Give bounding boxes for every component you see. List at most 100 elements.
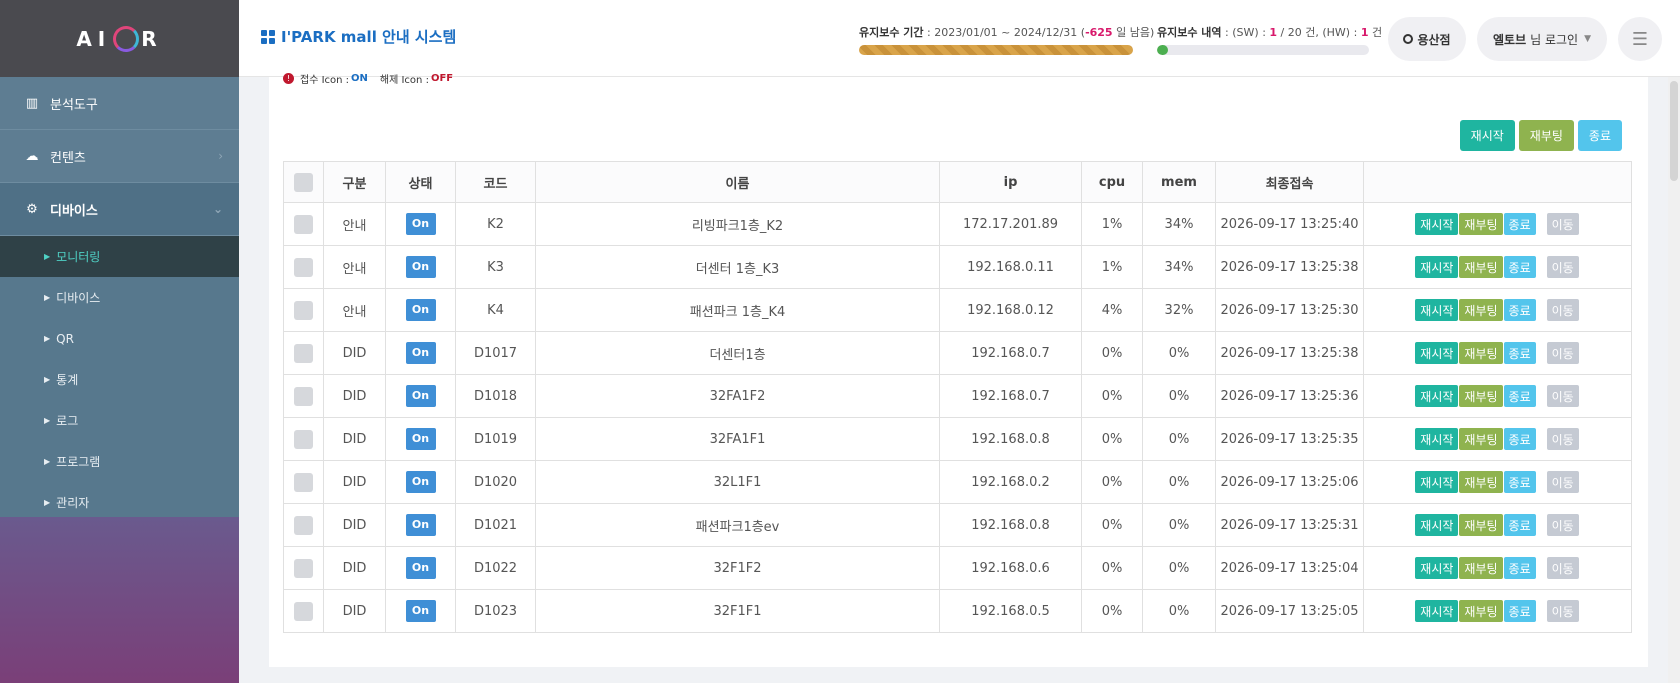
row-reboot-button[interactable]: 재부팅 xyxy=(1459,213,1503,235)
table-row[interactable]: 안내 On K3 더센터 1층_K3 192.168.0.11 1% 34% 2026-09-… xyxy=(283,245,1632,289)
sidebar-item-contents[interactable]: ☁ 컨텐츠 › xyxy=(0,130,239,183)
page-title[interactable]: I'PARK mall 안내 시스템 xyxy=(261,26,456,47)
row-restart-button[interactable]: 재시작 xyxy=(1415,342,1459,364)
cell-ip: 192.168.0.6 xyxy=(939,546,1082,590)
col-mem[interactable]: mem xyxy=(1142,161,1216,203)
row-move-button[interactable]: 이동 xyxy=(1546,256,1579,278)
table-row[interactable]: DID On D1021 패션파크1층ev 192.168.0.8 0% 0% 2026-09… xyxy=(283,503,1632,547)
row-restart-button[interactable]: 재시작 xyxy=(1415,428,1459,450)
row-restart-button[interactable]: 재시작 xyxy=(1415,256,1459,278)
row-checkbox[interactable] xyxy=(294,386,313,406)
hamburger-menu-button[interactable]: ☰ xyxy=(1618,17,1662,61)
row-move-button[interactable]: 이동 xyxy=(1546,428,1579,450)
row-restart-button[interactable]: 재시작 xyxy=(1415,557,1459,579)
row-move-button[interactable]: 이동 xyxy=(1546,600,1579,622)
row-end-button[interactable]: 종료 xyxy=(1503,342,1536,364)
user-menu[interactable]: 엘토브 님 로그인 ▼ xyxy=(1477,17,1607,61)
sidebar-subitem-monitoring[interactable]: ▶ 모니터링 xyxy=(0,236,239,277)
sidebar-menu: ▥ 분석도구 ☁ 컨텐츠 › ⚙ 디바이스 ⌄ ▶ 모니터링 ▶ 디바이스 ▶ QR … xyxy=(0,77,239,523)
table-row[interactable]: DID On D1018 32FA1F2 192.168.0.7 0% 0% 2026-09-… xyxy=(283,374,1632,418)
store-button[interactable]: 용산점 xyxy=(1388,17,1466,61)
col-name[interactable]: 이름 xyxy=(535,161,940,203)
table-row[interactable]: 안내 On K2 리빙파크1층_K2 172.17.201.89 1% 34% 2026-09… xyxy=(283,202,1632,246)
row-end-button[interactable]: 종료 xyxy=(1503,471,1536,493)
row-checkbox[interactable] xyxy=(294,601,313,621)
bulk-reboot-button[interactable]: 재부팅 xyxy=(1518,120,1574,151)
row-checkbox[interactable] xyxy=(294,558,313,578)
row-move-button[interactable]: 이동 xyxy=(1546,557,1579,579)
row-reboot-button[interactable]: 재부팅 xyxy=(1459,471,1503,493)
row-reboot-button[interactable]: 재부팅 xyxy=(1459,299,1503,321)
row-reboot-button[interactable]: 재부팅 xyxy=(1459,557,1503,579)
row-end-button[interactable]: 종료 xyxy=(1503,600,1536,622)
sidebar-subitem-device[interactable]: ▶ 디바이스 xyxy=(0,277,239,318)
col-last-access[interactable]: 최종접속 xyxy=(1215,161,1364,203)
row-restart-button[interactable]: 재시작 xyxy=(1415,600,1459,622)
row-restart-button[interactable]: 재시작 xyxy=(1415,213,1459,235)
table-row[interactable]: DID On D1020 32L1F1 192.168.0.2 0% 0% 2026-09-1… xyxy=(283,460,1632,504)
col-cpu[interactable]: cpu xyxy=(1081,161,1143,203)
sidebar-subitem-qr[interactable]: ▶ QR xyxy=(0,318,239,359)
table-row[interactable]: DID On D1022 32F1F2 192.168.0.6 0% 0% 2026-09-1… xyxy=(283,546,1632,590)
table-row[interactable]: DID On D1019 32FA1F1 192.168.0.8 0% 0% 2026-09-… xyxy=(283,417,1632,461)
col-ip[interactable]: ip xyxy=(939,161,1082,203)
row-reboot-button[interactable]: 재부팅 xyxy=(1459,514,1503,536)
sidebar-item-analysis[interactable]: ▥ 분석도구 xyxy=(0,77,239,130)
cell-type: 안내 xyxy=(323,245,386,289)
row-reboot-button[interactable]: 재부팅 xyxy=(1459,428,1503,450)
row-reboot-button[interactable]: 재부팅 xyxy=(1459,385,1503,407)
row-restart-button[interactable]: 재시작 xyxy=(1415,385,1459,407)
row-move-button[interactable]: 이동 xyxy=(1546,342,1579,364)
col-status[interactable]: 상태 xyxy=(385,161,456,203)
page-scrollbar[interactable] xyxy=(1668,77,1680,683)
history-sw-count: 1 xyxy=(1269,26,1278,39)
cell-ip: 192.168.0.7 xyxy=(939,374,1082,418)
gear-icon: ⚙ xyxy=(26,201,38,217)
row-move-button[interactable]: 이동 xyxy=(1546,299,1579,321)
row-checkbox[interactable] xyxy=(294,257,313,277)
row-move-button[interactable]: 이동 xyxy=(1546,213,1579,235)
row-select-cell xyxy=(283,245,324,289)
row-end-button[interactable]: 종료 xyxy=(1503,299,1536,321)
row-restart-button[interactable]: 재시작 xyxy=(1415,514,1459,536)
row-end-button[interactable]: 종료 xyxy=(1503,557,1536,579)
cell-actions: 재시작 재부팅 종료 이동 xyxy=(1363,460,1632,504)
col-code[interactable]: 코드 xyxy=(455,161,536,203)
logo[interactable]: AI R xyxy=(0,0,239,77)
sidebar-item-device[interactable]: ⚙ 디바이스 ⌄ xyxy=(0,183,239,236)
row-checkbox[interactable] xyxy=(294,515,313,535)
row-reboot-button[interactable]: 재부팅 xyxy=(1459,256,1503,278)
scrollbar-thumb[interactable] xyxy=(1670,81,1678,181)
cell-type: 안내 xyxy=(323,288,386,332)
col-type[interactable]: 구분 xyxy=(323,161,386,203)
table-row[interactable]: 안내 On K4 패션파크 1층_K4 192.168.0.12 4% 32% 2026-09… xyxy=(283,288,1632,332)
row-end-button[interactable]: 종료 xyxy=(1503,256,1536,278)
row-end-button[interactable]: 종료 xyxy=(1503,514,1536,536)
row-move-button[interactable]: 이동 xyxy=(1546,385,1579,407)
row-checkbox[interactable] xyxy=(294,429,313,449)
row-move-button[interactable]: 이동 xyxy=(1546,514,1579,536)
row-restart-button[interactable]: 재시작 xyxy=(1415,471,1459,493)
sidebar-subitem-log[interactable]: ▶ 로그 xyxy=(0,400,239,441)
row-reboot-button[interactable]: 재부팅 xyxy=(1459,600,1503,622)
row-checkbox[interactable] xyxy=(294,214,313,234)
table-row[interactable]: DID On D1023 32F1F1 192.168.0.5 0% 0% 2026-09-1… xyxy=(283,589,1632,633)
row-end-button[interactable]: 종료 xyxy=(1503,428,1536,450)
cell-code: D1021 xyxy=(455,503,536,547)
sidebar-subitem-program[interactable]: ▶ 프로그램 xyxy=(0,441,239,482)
row-reboot-button[interactable]: 재부팅 xyxy=(1459,342,1503,364)
select-all-checkbox[interactable] xyxy=(294,172,313,192)
sidebar-subitem-stats[interactable]: ▶ 통계 xyxy=(0,359,239,400)
cell-mem: 34% xyxy=(1142,245,1216,289)
row-checkbox[interactable] xyxy=(294,300,313,320)
row-end-button[interactable]: 종료 xyxy=(1503,385,1536,407)
bulk-restart-button[interactable]: 재시작 xyxy=(1459,120,1515,151)
sidebar-item-label: 디바이스 xyxy=(50,203,98,219)
row-end-button[interactable]: 종료 xyxy=(1503,213,1536,235)
row-checkbox[interactable] xyxy=(294,343,313,363)
row-checkbox[interactable] xyxy=(294,472,313,492)
row-move-button[interactable]: 이동 xyxy=(1546,471,1579,493)
row-restart-button[interactable]: 재시작 xyxy=(1415,299,1459,321)
bulk-end-button[interactable]: 종료 xyxy=(1577,120,1622,151)
table-row[interactable]: DID On D1017 더센터1층 192.168.0.7 0% 0% 2026-09-17… xyxy=(283,331,1632,375)
